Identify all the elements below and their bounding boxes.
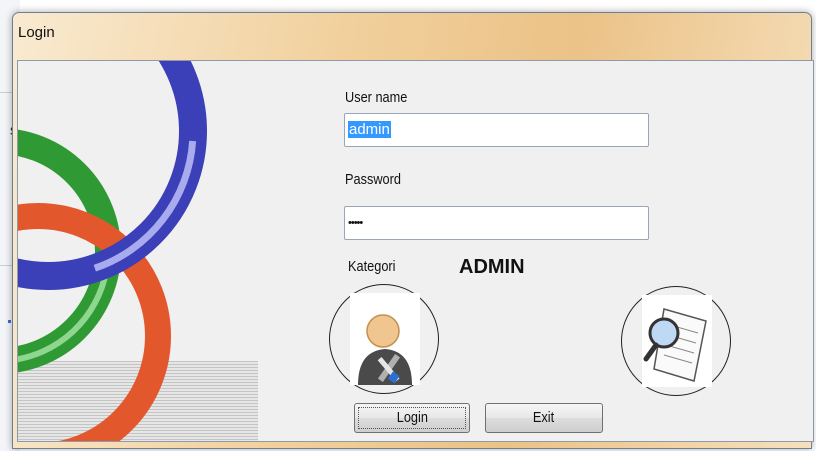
login-button[interactable]: Login <box>354 403 470 433</box>
username-value: admin <box>348 121 391 138</box>
username-label: User name <box>345 89 408 106</box>
admin-user-tools-icon <box>358 314 412 385</box>
rings-artwork-icon <box>18 61 258 441</box>
window-title: Login <box>18 24 55 41</box>
search-icon-frame <box>642 295 712 387</box>
exit-button[interactable]: Exit <box>485 403 603 433</box>
password-value: ••••• <box>348 217 363 229</box>
background-mark <box>8 320 11 323</box>
admin-category-button[interactable] <box>329 284 439 394</box>
kategori-value: ADMIN <box>459 256 525 278</box>
login-form-panel: User name admin Password ••••• Kategori … <box>17 60 814 442</box>
password-input[interactable]: ••••• <box>344 206 649 240</box>
search-category-button[interactable] <box>621 286 731 396</box>
admin-icon-frame <box>350 293 420 385</box>
username-input[interactable]: admin <box>344 113 649 147</box>
magnifier-document-icon <box>643 308 707 382</box>
password-label: Password <box>345 171 401 188</box>
kategori-label: Kategori <box>348 258 396 275</box>
